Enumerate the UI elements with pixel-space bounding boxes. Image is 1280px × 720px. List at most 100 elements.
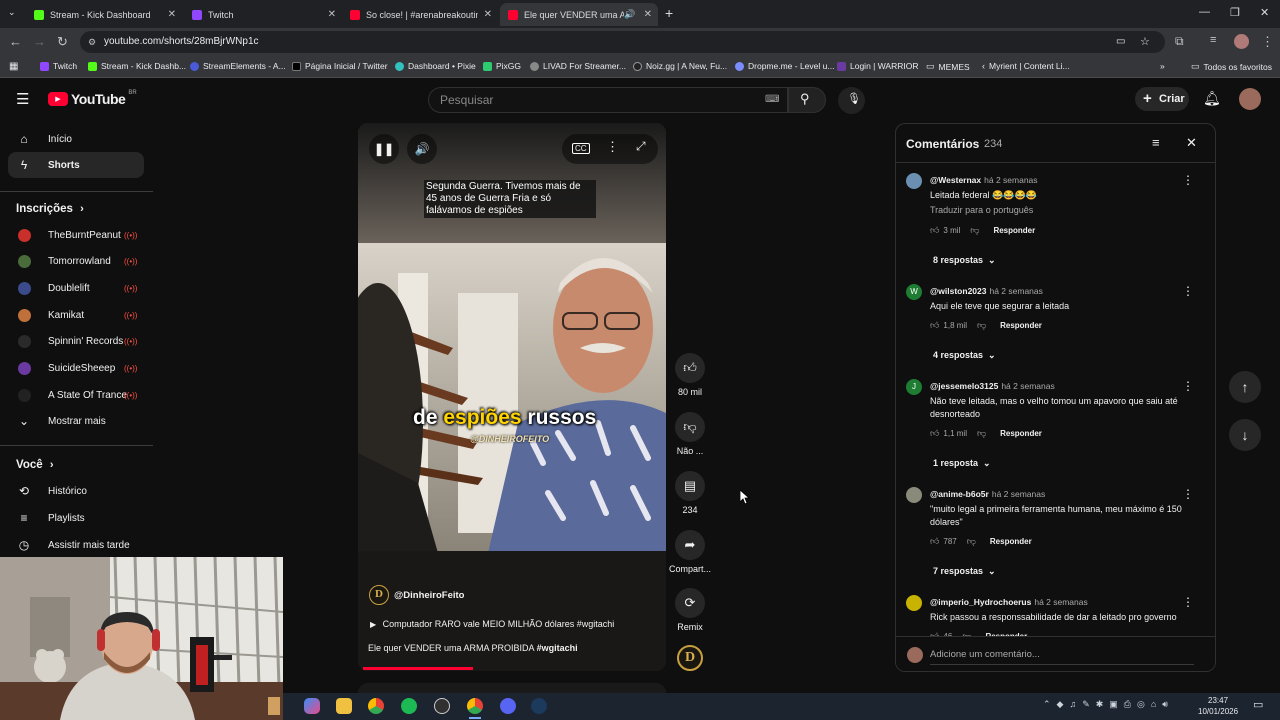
more-bookmarks-icon[interactable]: » [1160, 61, 1165, 71]
like-icon[interactable]: 👍︎ [930, 320, 939, 331]
sidebar-item-history[interactable]: ⟲ Histórico [8, 478, 144, 504]
sidebar-subscription-item[interactable]: A State Of Trance ((•)) [8, 382, 144, 408]
comment-menu-icon[interactable]: ⋮ [1182, 595, 1194, 609]
comment-menu-icon[interactable]: ⋮ [1182, 379, 1194, 393]
tab-kick-dashboard[interactable]: Stream - Kick Dashboard ✕ [26, 3, 182, 26]
bookmark-kick[interactable]: Stream - Kick Dashb... [88, 61, 186, 71]
add-comment-input[interactable]: Adicione um comentário... [930, 649, 1194, 665]
search-button[interactable]: ⚲ [788, 87, 826, 113]
tab-youtube-so-close[interactable]: So close! | #arenabreakoutinfin ✕ [342, 3, 498, 26]
view-replies-button[interactable]: 8 respostas ⌄ [933, 255, 996, 266]
shorts-video-player[interactable]: ❚❚ 🔊 CC ⋮ ⤢ Segunda Guerra. Tivemos mais… [358, 123, 666, 671]
sort-icon[interactable]: ≡ [1152, 135, 1160, 150]
you-section-header[interactable]: Você › [16, 459, 54, 471]
reply-button[interactable]: Responder [990, 537, 1032, 546]
minimize-button[interactable]: — [1199, 6, 1210, 18]
sidebar-item-home[interactable]: ⌂ Início [8, 126, 144, 152]
more-options-icon[interactable]: ⋮ [606, 139, 619, 155]
view-replies-button[interactable]: 7 respostas ⌄ [933, 566, 996, 577]
bookmark-streamelements[interactable]: StreamElements - A... [190, 61, 286, 71]
sound-avatar[interactable]: D [677, 645, 703, 671]
dislike-icon[interactable]: 👎︎ [967, 536, 976, 547]
sidebar-subscription-item[interactable]: TheBurntPeanut ((•)) [8, 222, 144, 248]
reload-button[interactable]: ↻ [57, 34, 68, 50]
sidebar-item-playlists[interactable]: ≡ Playlists [8, 505, 144, 531]
notification-icon[interactable]: ▭ [1253, 698, 1263, 711]
comment-menu-icon[interactable]: ⋮ [1182, 173, 1194, 187]
reply-button[interactable]: Responder [993, 226, 1035, 235]
close-icon[interactable]: ✕ [644, 9, 652, 20]
create-button[interactable]: + Criar [1135, 87, 1189, 111]
commenter-avatar[interactable] [906, 173, 922, 189]
next-video-preview[interactable] [358, 683, 666, 693]
reply-button[interactable]: Responder [1000, 429, 1042, 438]
commenter-avatar[interactable] [906, 487, 922, 503]
comment-menu-icon[interactable]: ⋮ [1182, 284, 1194, 298]
notifications-bell-icon[interactable]: 🔔︎ [1203, 90, 1221, 107]
chrome-icon[interactable] [368, 698, 384, 714]
view-replies-button[interactable]: 4 respostas ⌄ [933, 350, 996, 361]
sidebar-subscription-item[interactable]: Tomorrowland ((•)) [8, 249, 144, 275]
comment-author[interactable]: @imperio_Hydrochoerus há 2 semanas [930, 597, 1088, 607]
spotify-icon[interactable] [401, 698, 417, 714]
clock-date[interactable]: 10/01/2026 [1198, 707, 1238, 716]
audio-playing-icon[interactable]: 🔊 [624, 9, 635, 20]
pause-button[interactable]: ❚❚ [369, 134, 399, 164]
obs-icon[interactable] [434, 698, 450, 714]
bookmark-dropme[interactable]: Dropme.me - Level u... [735, 61, 834, 71]
remix-button[interactable]: ⟳ Remix [669, 588, 711, 632]
clock-time[interactable]: 23:47 [1208, 696, 1228, 705]
sidebar-item-watch-later[interactable]: ◷ Assistir mais tarde [8, 532, 144, 558]
close-icon[interactable]: ✕ [328, 9, 336, 20]
bookmark-pixie[interactable]: Dashboard • Pixie [395, 61, 476, 71]
translate-link[interactable]: Traduzir para o português [930, 205, 1033, 215]
like-icon[interactable]: 👍︎ [930, 428, 939, 439]
tab-twitch[interactable]: Twitch ✕ [184, 3, 342, 26]
site-info-icon[interactable]: ⚙ [88, 31, 96, 53]
close-icon[interactable]: ✕ [168, 9, 176, 20]
previous-short-button[interactable]: ↑ [1229, 371, 1261, 403]
commenter-avatar[interactable]: W [906, 284, 922, 300]
new-tab-button[interactable]: + [665, 5, 673, 21]
all-bookmarks-folder[interactable]: ▭ Todos os favoritos [1191, 61, 1272, 72]
bookmark-pixgg[interactable]: PixGG [483, 61, 521, 71]
show-more-button[interactable]: ⌄ Mostrar mais [8, 408, 144, 434]
sidebar-subscription-item[interactable]: Spinnin' Records ((•)) [8, 329, 144, 355]
account-avatar[interactable] [1239, 88, 1261, 110]
related-video-link[interactable]: ▶ Computador RARO vale MEIO MILHÃO dólar… [370, 619, 614, 629]
volume-button[interactable]: 🔊 [407, 134, 437, 164]
tab-list-icon[interactable]: ⌄ [8, 7, 16, 18]
bookmark-myrient[interactable]: ‹ Myrient | Content Li... [982, 61, 1070, 71]
sidebar-item-shorts[interactable]: ϟ Shorts [8, 152, 144, 178]
bookmark-twitter[interactable]: Página Inicial / Twitter [292, 61, 388, 71]
search-input[interactable]: Pesquisar ⌨ [428, 87, 788, 113]
comment-author[interactable]: @wilston2023 há 2 semanas [930, 286, 1043, 296]
dislike-icon[interactable]: 👎︎ [977, 320, 986, 331]
bookmark-noiz[interactable]: Noiz.gg | A New, Fu... [633, 61, 727, 71]
profile-avatar[interactable] [1234, 34, 1249, 49]
url-field[interactable]: ⚙ youtube.com/shorts/28mBjrWNp1c ▭ ☆ [80, 31, 1165, 53]
tray-icons[interactable]: ⌃◆♫✎✱▣⎙◎⌂🔊︎ [1043, 699, 1174, 710]
keyboard-icon[interactable]: ⌨ [765, 88, 779, 112]
file-explorer-icon[interactable] [336, 698, 352, 714]
bookmark-twitch[interactable]: Twitch [40, 61, 77, 71]
sidebar-subscription-item[interactable]: Kamikat ((•)) [8, 302, 144, 328]
bookmark-warrior[interactable]: Login | WARRIOR [837, 61, 919, 71]
share-button[interactable]: ➦ Compart... [669, 530, 711, 574]
extensions-icon[interactable]: ⧉ [1175, 34, 1184, 49]
dislike-icon[interactable]: 👎︎ [977, 428, 986, 439]
bookmark-star-icon[interactable]: ☆ [1140, 31, 1150, 53]
comment-menu-icon[interactable]: ⋮ [1182, 487, 1194, 501]
browser-menu-icon[interactable]: ⋮ [1261, 34, 1274, 50]
cast-icon[interactable]: ▭ [1116, 31, 1125, 53]
apps-icon[interactable]: ▦ [9, 61, 18, 72]
like-icon[interactable]: 👍︎ [930, 536, 939, 547]
captions-button[interactable]: CC [572, 143, 590, 154]
bookmark-livad[interactable]: LIVAD For Streamer... [530, 61, 626, 71]
youtube-logo[interactable]: ▶ YouTube BR [48, 90, 137, 107]
discord-icon[interactable] [500, 698, 516, 714]
comment-author[interactable]: @jessemelo3125 há 2 semanas [930, 381, 1055, 391]
copilot-icon[interactable] [304, 698, 320, 714]
view-replies-button[interactable]: 1 resposta ⌄ [933, 458, 991, 469]
commenter-avatar[interactable]: J [906, 379, 922, 395]
